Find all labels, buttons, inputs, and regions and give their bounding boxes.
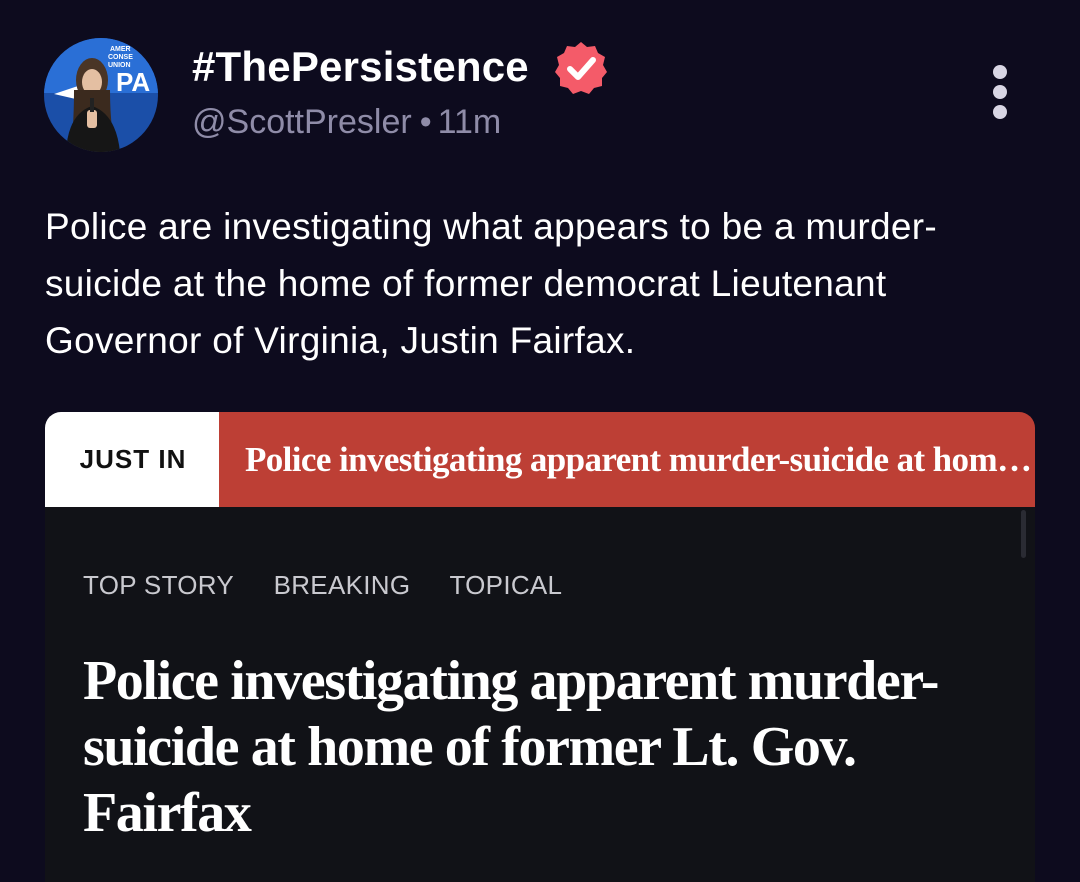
article-headline: Police investigating apparent murder-sui… — [83, 650, 939, 844]
just-in-label: JUST IN — [45, 412, 219, 507]
tag-top-story: TOP STORY — [83, 570, 235, 600]
tag-topical: TOPICAL — [449, 570, 563, 600]
avatar-photo: AMER CONSE UNION PA — [44, 38, 158, 152]
more-options-button[interactable] — [980, 62, 1020, 126]
display-name[interactable]: #ThePersistence — [192, 38, 529, 96]
link-preview-card[interactable]: JUST IN Police investigating apparent mu… — [45, 412, 1035, 882]
post-header: AMER CONSE UNION PA #ThePersistence @Sco… — [0, 0, 1080, 170]
story-tags: TOP STORY BREAKING TOPICAL — [83, 570, 594, 601]
post-time: 11m — [437, 103, 502, 141]
meta-separator: • — [419, 103, 432, 141]
scrollbar — [1021, 510, 1026, 558]
avatar[interactable]: AMER CONSE UNION PA — [44, 38, 158, 152]
more-vertical-icon — [993, 65, 1007, 119]
user-handle[interactable]: @ScottPresler — [192, 103, 412, 141]
svg-text:CONSE: CONSE — [108, 54, 133, 61]
svg-text:AMER: AMER — [110, 46, 131, 53]
just-in-banner: JUST IN Police investigating apparent mu… — [45, 412, 1035, 507]
svg-text:PA: PA — [116, 67, 150, 97]
verified-badge-icon — [555, 42, 607, 94]
tag-breaking: BREAKING — [273, 570, 411, 600]
ticker-headline: Police investigating apparent murder-sui… — [219, 412, 1035, 507]
post-meta: @ScottPresler • 11m — [192, 98, 501, 146]
post-text: Police are investigating what appears to… — [45, 206, 938, 361]
